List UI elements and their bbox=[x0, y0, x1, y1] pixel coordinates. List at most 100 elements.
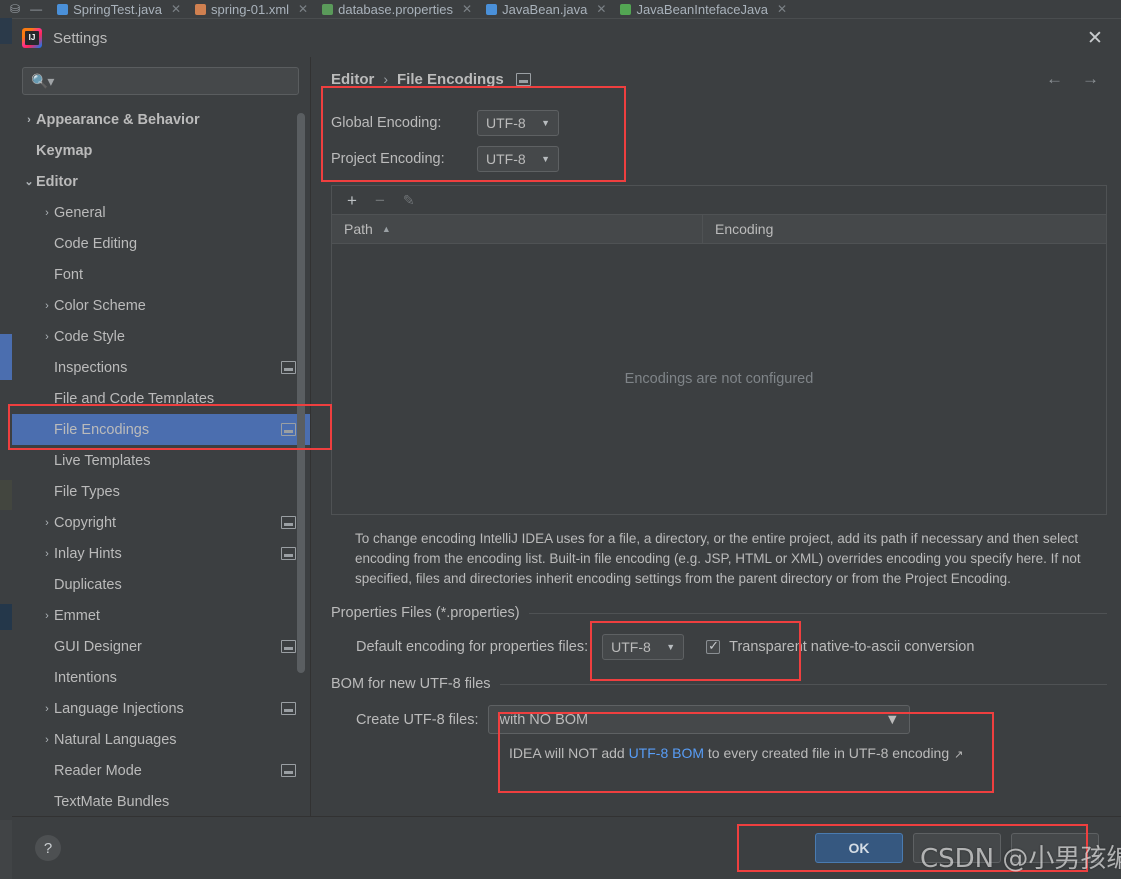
close-icon[interactable]: ✕ bbox=[171, 2, 181, 16]
sidebar-item-file-and-code-templates[interactable]: File and Code Templates bbox=[12, 383, 310, 414]
sidebar-item-gui-designer[interactable]: GUI Designer bbox=[12, 631, 310, 662]
transparent-conversion-checkbox[interactable] bbox=[706, 638, 721, 654]
ide-tab-3[interactable]: JavaBean.java ✕ bbox=[479, 0, 613, 18]
chevron-right-icon[interactable]: › bbox=[40, 331, 54, 343]
search-input[interactable] bbox=[58, 72, 290, 90]
global-encoding-row: Global Encoding: UTF-8 ▼ bbox=[331, 105, 1107, 141]
search-box[interactable]: 🔍▾ bbox=[22, 67, 299, 95]
dialog-action-buttons: OK bbox=[815, 833, 1121, 863]
sidebar-item-natural-languages[interactable]: › Natural Languages bbox=[12, 724, 310, 755]
chevron-right-icon[interactable]: › bbox=[40, 734, 54, 746]
bom-hint-prefix: IDEA will NOT add bbox=[509, 745, 629, 761]
dialog-body: 🔍▾ › Appearance & Behavior Keymap ⌄ Editor › G… bbox=[12, 57, 1121, 817]
global-encoding-label: Global Encoding: bbox=[331, 115, 442, 131]
strip-segment bbox=[0, 380, 12, 480]
bom-create-dropdown[interactable]: with NO BOM ▼ bbox=[488, 705, 911, 734]
column-header-encoding[interactable]: Encoding bbox=[703, 215, 773, 243]
ok-button[interactable]: OK bbox=[815, 833, 903, 863]
transparent-conversion-row[interactable]: Transparent native-to-ascii conversion bbox=[706, 638, 974, 655]
sidebar-item-live-templates[interactable]: Live Templates bbox=[12, 445, 310, 476]
chevron-down-icon: ▼ bbox=[541, 118, 550, 128]
edit-path-button[interactable]: ✎ bbox=[403, 193, 415, 207]
sidebar-item-file-types[interactable]: File Types bbox=[12, 476, 310, 507]
add-path-button[interactable]: + bbox=[347, 192, 357, 209]
forward-arrow-icon[interactable]: → bbox=[1082, 69, 1099, 89]
back-arrow-icon[interactable]: ← bbox=[1046, 69, 1063, 89]
sidebar-item-inlay-hints[interactable]: › Inlay Hints bbox=[12, 538, 310, 569]
bom-create-row: Create UTF-8 files: with NO BOM ▼ bbox=[331, 705, 1107, 734]
search-icon: 🔍▾ bbox=[31, 72, 54, 89]
remove-path-button[interactable]: − bbox=[375, 192, 385, 209]
sidebar-item-label: GUI Designer bbox=[54, 638, 142, 655]
sidebar-item-label: File Types bbox=[54, 483, 120, 500]
sidebar-item-textmate-bundles[interactable]: TextMate Bundles bbox=[12, 786, 310, 817]
sidebar-item-copyright[interactable]: › Copyright bbox=[12, 507, 310, 538]
ide-tab-label: database.properties bbox=[338, 1, 454, 17]
close-icon[interactable]: ✕ bbox=[462, 2, 472, 16]
properties-encoding-dropdown[interactable]: UTF-8 ▼ bbox=[602, 634, 685, 660]
project-encoding-dropdown[interactable]: UTF-8 ▼ bbox=[477, 146, 559, 172]
sidebar-item-color-scheme[interactable]: › Color Scheme bbox=[12, 290, 310, 321]
global-encoding-dropdown[interactable]: UTF-8 ▼ bbox=[477, 110, 559, 136]
chevron-down-icon: ▼ bbox=[541, 154, 550, 164]
bom-create-label: Create UTF-8 files: bbox=[356, 711, 479, 728]
cancel-button[interactable] bbox=[913, 833, 1001, 863]
close-icon[interactable]: ✕ bbox=[1085, 29, 1105, 49]
chevron-right-icon[interactable]: › bbox=[40, 703, 54, 715]
screen-root: ⛁ — SpringTest.java ✕ spring-01.xml ✕ da… bbox=[0, 0, 1121, 879]
sidebar-item-keymap[interactable]: Keymap bbox=[12, 135, 310, 166]
sidebar-item-editor[interactable]: ⌄ Editor bbox=[12, 166, 310, 197]
ide-tab-label: SpringTest.java bbox=[73, 1, 162, 17]
sidebar-item-language-injections[interactable]: › Language Injections bbox=[12, 693, 310, 724]
ide-left-strip bbox=[0, 18, 12, 879]
properties-group-header: Properties Files (*.properties) bbox=[331, 605, 1107, 621]
apply-button[interactable] bbox=[1011, 833, 1099, 863]
sidebar-item-appearance-behavior[interactable]: › Appearance & Behavior bbox=[12, 104, 310, 135]
sidebar-item-inspections[interactable]: Inspections bbox=[12, 352, 310, 383]
ide-tab-4[interactable]: JavaBeanIntefaceJava ✕ bbox=[613, 0, 794, 18]
strip-segment bbox=[0, 510, 12, 604]
breadcrumb-parent[interactable]: Editor bbox=[331, 71, 374, 88]
project-scope-badge-icon bbox=[281, 516, 296, 529]
sidebar-item-code-editing[interactable]: Code Editing bbox=[12, 228, 310, 259]
chevron-down-icon: ▼ bbox=[666, 642, 676, 652]
chevron-right-icon[interactable]: › bbox=[40, 548, 54, 560]
sidebar-item-label: Reader Mode bbox=[54, 762, 142, 779]
close-icon[interactable]: ✕ bbox=[298, 2, 308, 16]
sidebar-item-file-encodings[interactable]: File Encodings bbox=[12, 414, 310, 445]
column-header-path[interactable]: Path ▲ bbox=[332, 215, 703, 243]
sidebar-item-label: Code Style bbox=[54, 328, 125, 345]
sidebar-item-reader-mode[interactable]: Reader Mode bbox=[12, 755, 310, 786]
sidebar-item-emmet[interactable]: › Emmet bbox=[12, 600, 310, 631]
chevron-right-icon[interactable]: › bbox=[40, 517, 54, 529]
sidebar-item-duplicates[interactable]: Duplicates bbox=[12, 569, 310, 600]
ide-tab-1[interactable]: spring-01.xml ✕ bbox=[188, 0, 315, 18]
close-icon[interactable]: ✕ bbox=[777, 2, 787, 16]
sidebar-scrollbar[interactable] bbox=[297, 113, 305, 673]
chevron-right-icon[interactable]: › bbox=[40, 610, 54, 622]
chevron-right-icon[interactable]: › bbox=[40, 300, 54, 312]
sidebar-item-label: File and Code Templates bbox=[54, 390, 215, 407]
sidebar-item-general[interactable]: › General bbox=[12, 197, 310, 228]
close-icon[interactable]: ✕ bbox=[596, 2, 606, 16]
group-divider bbox=[528, 612, 1107, 614]
chevron-down-icon[interactable]: ⌄ bbox=[22, 175, 36, 188]
sidebar-item-label: General bbox=[54, 204, 106, 221]
chevron-right-icon[interactable]: › bbox=[22, 114, 36, 126]
sidebar-item-font[interactable]: Font bbox=[12, 259, 310, 290]
ide-tab-0[interactable]: SpringTest.java ✕ bbox=[50, 0, 188, 18]
sidebar-item-code-style[interactable]: › Code Style bbox=[12, 321, 310, 352]
ide-tab-2[interactable]: database.properties ✕ bbox=[315, 0, 479, 18]
ide-tab-label: JavaBean.java bbox=[502, 1, 588, 17]
chevron-down-icon: ▼ bbox=[885, 711, 900, 728]
strip-segment bbox=[0, 334, 12, 380]
intellij-logo-icon: IJ bbox=[22, 28, 42, 48]
sidebar-item-intentions[interactable]: Intentions bbox=[12, 662, 310, 693]
utf8-bom-link[interactable]: UTF-8 BOM bbox=[629, 745, 704, 761]
chevron-right-icon[interactable]: › bbox=[40, 207, 54, 219]
sidebar-item-label: Editor bbox=[36, 173, 78, 190]
bom-create-value: with NO BOM bbox=[499, 711, 589, 728]
sidebar-item-label: Natural Languages bbox=[54, 731, 177, 748]
help-button[interactable]: ? bbox=[35, 835, 61, 861]
bom-hint-suffix: to every created file in UTF-8 encoding bbox=[704, 745, 950, 761]
